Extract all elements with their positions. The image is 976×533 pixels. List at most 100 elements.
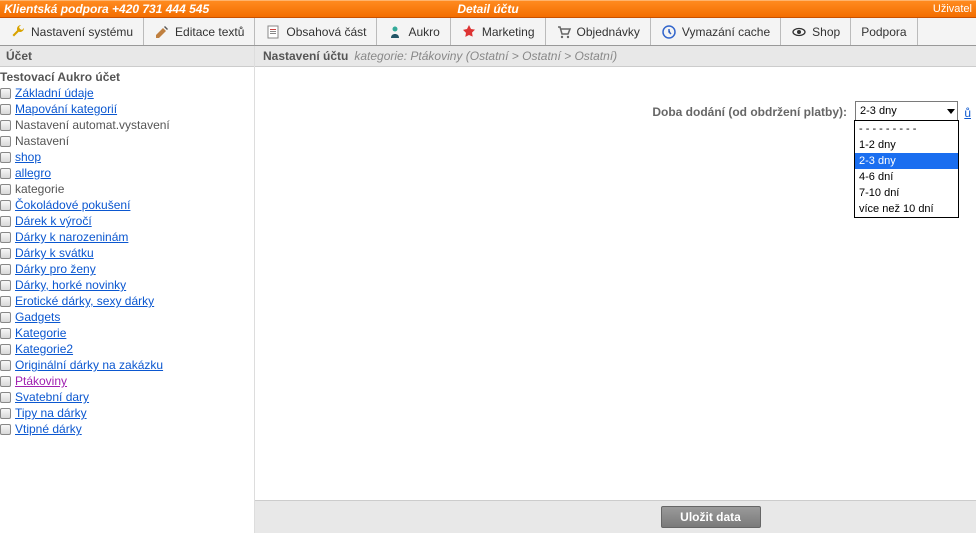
tree-toggle-icon[interactable] xyxy=(0,296,11,307)
tree-label: kategorie xyxy=(15,182,64,196)
tree-label: Nastavení xyxy=(15,134,69,148)
tree-toggle-icon[interactable] xyxy=(0,328,11,339)
menu-label: Obsahová část xyxy=(286,25,366,39)
tree-toggle-icon[interactable] xyxy=(0,88,11,99)
user-label: Uživatel xyxy=(933,3,972,15)
delivery-option[interactable]: 4-6 dní xyxy=(855,169,958,185)
tree-lvl2-3: Dárky k svátku xyxy=(0,245,254,261)
tree-lvl2-6: Erotické dárky, sexy dárky xyxy=(0,293,254,309)
menu-label: Vymazání cache xyxy=(682,25,770,39)
star-icon xyxy=(461,24,477,40)
tree-link[interactable]: Dárky k narozeninám xyxy=(15,230,128,244)
tree-toggle-icon[interactable] xyxy=(0,136,11,147)
tree-toggle-icon[interactable] xyxy=(0,104,11,115)
tree-lvl1-0: shop xyxy=(0,149,254,165)
tree-toggle-icon[interactable] xyxy=(0,232,11,243)
partial-link[interactable]: ů xyxy=(964,106,971,120)
tree-link[interactable]: Vtipné dárky xyxy=(15,422,82,436)
topbar: Klientská podpora +420 731 444 545 Detai… xyxy=(0,0,976,18)
tree-link[interactable]: Originální dárky na zakázku xyxy=(15,358,163,372)
sidebar: Účet Testovací Aukro účetZákladní údajeM… xyxy=(0,46,255,533)
menu-item-8[interactable]: Podpora xyxy=(851,18,917,45)
tree-toggle-icon[interactable] xyxy=(0,216,11,227)
tree-lvl2-10: Originální dárky na zakázku xyxy=(0,357,254,373)
tree-link[interactable]: Dárky k svátku xyxy=(15,246,94,260)
save-button[interactable]: Uložit data xyxy=(661,506,761,528)
tree-link[interactable]: Mapování kategorií xyxy=(15,102,117,116)
menu-item-1[interactable]: Editace textů xyxy=(144,18,255,45)
tree-link[interactable]: Tipy na dárky xyxy=(15,406,87,420)
tree-link[interactable]: Svatební dary xyxy=(15,390,89,404)
delivery-option[interactable]: - - - - - - - - - xyxy=(855,121,958,137)
person-icon xyxy=(387,24,403,40)
menu-label: Marketing xyxy=(482,25,535,39)
tree-toggle-icon[interactable] xyxy=(0,280,11,291)
menu-item-5[interactable]: Objednávky xyxy=(546,18,651,45)
delivery-option[interactable]: 1-2 dny xyxy=(855,137,958,153)
tree-toggle-icon[interactable] xyxy=(0,392,11,403)
tree-lvl1-2: kategorie xyxy=(0,181,254,197)
tree-toggle-icon[interactable] xyxy=(0,360,11,371)
pencil-icon xyxy=(154,24,170,40)
tree-link[interactable]: Čokoládové pokušení xyxy=(15,198,130,212)
tree-link[interactable]: Dárek k výročí xyxy=(15,214,92,228)
tree-toggle-icon[interactable] xyxy=(0,376,11,387)
menu-label: Shop xyxy=(812,25,840,39)
tree-toggle-icon[interactable] xyxy=(0,248,11,259)
tree-link[interactable]: Ptákoviny xyxy=(15,374,67,388)
tree-link[interactable]: Základní údaje xyxy=(15,86,94,100)
tree-lvl2-4: Dárky pro ženy xyxy=(0,261,254,277)
tree-lvl2-2: Dárky k narozeninám xyxy=(0,229,254,245)
menu-label: Objednávky xyxy=(577,25,640,39)
menu-item-2[interactable]: Obsahová část xyxy=(255,18,377,45)
chevron-down-icon xyxy=(947,109,955,114)
content-title: Nastavení účtu xyxy=(263,49,348,63)
cart-icon xyxy=(556,24,572,40)
support-phone: Klientská podpora +420 731 444 545 xyxy=(4,2,209,16)
tree-lvl2-8: Kategorie xyxy=(0,325,254,341)
menu-item-3[interactable]: Aukro xyxy=(377,18,450,45)
tree-toggle-icon[interactable] xyxy=(0,312,11,323)
tree-link[interactable]: Kategorie xyxy=(15,326,66,340)
tree-lvl2-5: Dárky, horké novinky xyxy=(0,277,254,293)
tree-toggle-icon[interactable] xyxy=(0,168,11,179)
menu-item-0[interactable]: Nastavení systému xyxy=(0,18,144,45)
delivery-label: Doba dodání (od obdržení platby): xyxy=(652,101,847,119)
tree-toggle-icon[interactable] xyxy=(0,408,11,419)
tree-toggle-icon[interactable] xyxy=(0,200,11,211)
tree-link[interactable]: Dárky pro ženy xyxy=(15,262,96,276)
tree-toggle-icon[interactable] xyxy=(0,152,11,163)
tree-lvl0-1: Mapování kategorií xyxy=(0,101,254,117)
tree-lvl2-13: Tipy na dárky xyxy=(0,405,254,421)
menu-label: Editace textů xyxy=(175,25,244,39)
tree-link[interactable]: Kategorie2 xyxy=(15,342,73,356)
menu-item-7[interactable]: Shop xyxy=(781,18,851,45)
page-icon xyxy=(265,24,281,40)
tree-lvl2-12: Svatební dary xyxy=(0,389,254,405)
tree-link[interactable]: shop xyxy=(15,150,41,164)
eye-icon xyxy=(791,24,807,40)
delivery-option[interactable]: 2-3 dny xyxy=(855,153,958,169)
delivery-option[interactable]: 7-10 dní xyxy=(855,185,958,201)
menu-item-4[interactable]: Marketing xyxy=(451,18,546,45)
tree-link[interactable]: Erotické dárky, sexy dárky xyxy=(15,294,154,308)
breadcrumb: kategorie: Ptákoviny (Ostatní > Ostatní … xyxy=(354,49,617,63)
menu-item-6[interactable]: Vymazání cache xyxy=(651,18,781,45)
tree-toggle-icon[interactable] xyxy=(0,424,11,435)
tree-toggle-icon[interactable] xyxy=(0,264,11,275)
tree-root: Testovací Aukro účet xyxy=(0,69,254,85)
tree-link[interactable]: Dárky, horké novinky xyxy=(15,278,126,292)
tree-link[interactable]: Gadgets xyxy=(15,310,60,324)
footer-bar: Uložit data xyxy=(255,500,976,533)
wrench-icon xyxy=(10,24,26,40)
tree-lvl2-9: Kategorie2 xyxy=(0,341,254,357)
menu-label: Podpora xyxy=(861,25,906,39)
tree-link[interactable]: allegro xyxy=(15,166,51,180)
tree-lvl0-3: Nastavení xyxy=(0,133,254,149)
delivery-option[interactable]: více než 10 dní xyxy=(855,201,958,217)
tree-toggle-icon[interactable] xyxy=(0,344,11,355)
tree-toggle-icon[interactable] xyxy=(0,120,11,131)
delivery-select[interactable]: 2-3 dny xyxy=(855,101,958,121)
delivery-select-value: 2-3 dny xyxy=(860,105,897,117)
tree-toggle-icon[interactable] xyxy=(0,184,11,195)
